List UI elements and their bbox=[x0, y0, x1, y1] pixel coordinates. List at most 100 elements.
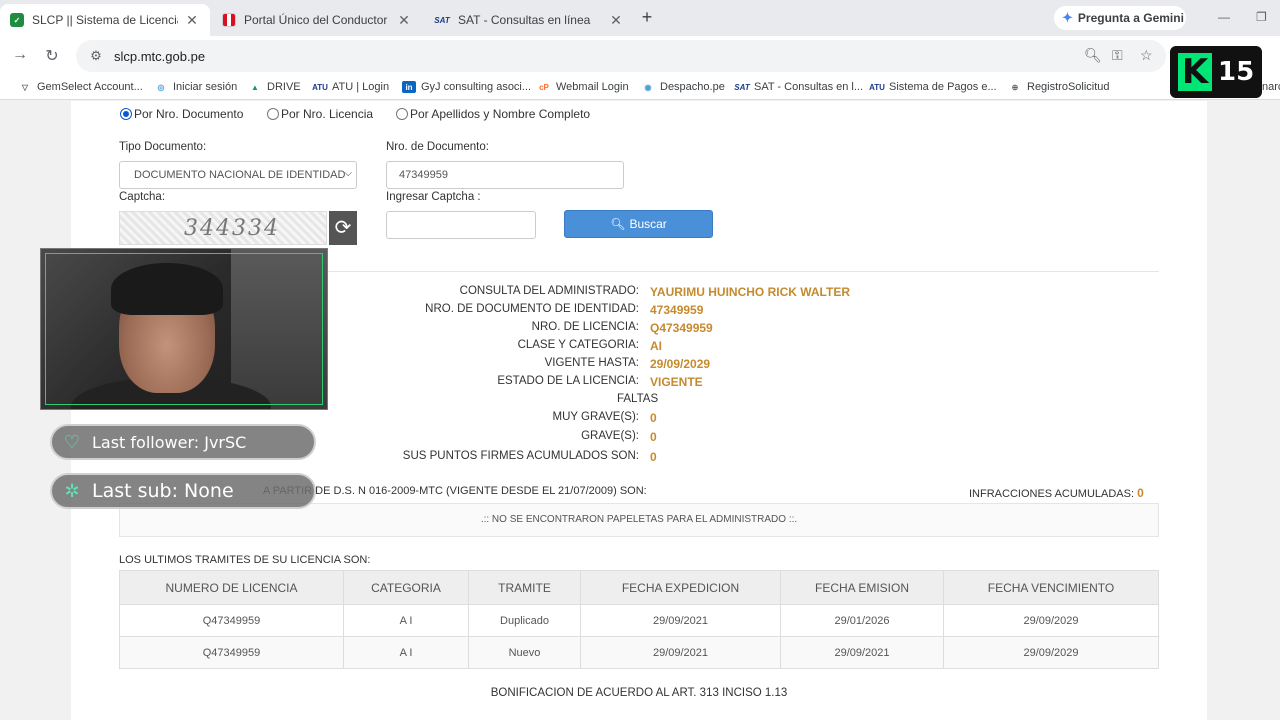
search-icon: 🔍︎ bbox=[610, 217, 626, 231]
radio-button[interactable] bbox=[267, 108, 279, 120]
badge-letter: K bbox=[1178, 53, 1212, 91]
site-info-icon[interactable]: ⚙ bbox=[84, 48, 108, 64]
bookmark-item[interactable]: ◉ Despacho.pe bbox=[641, 81, 725, 93]
infracciones-value: 0 bbox=[1137, 486, 1144, 500]
tab-bar: ✓ SLCP || Sistema de Licencias de ✕ Port… bbox=[0, 0, 1280, 36]
radio-option-documento[interactable]: Por Nro. Documento bbox=[120, 107, 243, 121]
column-header: NUMERO DE LICENCIA bbox=[119, 570, 344, 605]
swirl-icon: ◎ bbox=[157, 82, 165, 92]
url-text: slcp.mtc.gob.pe bbox=[114, 48, 206, 64]
zoom-icon[interactable]: 🔍︎ bbox=[1084, 47, 1102, 64]
papeletas-heading: A PARTIR DE D.S. N 016-2009-MTC (VIGENTE… bbox=[263, 485, 647, 497]
table-cell: 29/09/2021 bbox=[780, 636, 944, 669]
captcha-label: Captcha: bbox=[119, 191, 166, 203]
bookmark-item[interactable]: ◎ Iniciar sesión bbox=[154, 81, 238, 93]
result-label: SUS PUNTOS FIRMES ACUMULADOS SON: bbox=[402, 450, 639, 462]
table-cell: 29/09/2029 bbox=[943, 636, 1159, 669]
nro-documento-input[interactable]: 47349959 bbox=[386, 161, 624, 189]
result-value: 0 bbox=[650, 411, 657, 425]
table-cell: Q47349959 bbox=[119, 636, 344, 669]
result-value: 47349959 bbox=[650, 303, 704, 317]
linkedin-icon: in bbox=[402, 81, 416, 93]
gemini-button[interactable]: ✦ Pregunta a Gemini bbox=[1054, 6, 1186, 30]
radio-option-apellidos[interactable]: Por Apellidos y Nombre Completo bbox=[396, 107, 590, 121]
radio-button[interactable] bbox=[120, 108, 132, 120]
tipo-documento-select[interactable]: DOCUMENTO NACIONAL DE IDENTIDAD ⌵ bbox=[119, 161, 357, 189]
bookmark-star-icon[interactable]: ☆ bbox=[1140, 47, 1153, 64]
table-row: Q47349959 A I Duplicado 29/09/2021 29/01… bbox=[119, 604, 1159, 637]
table-cell: Q47349959 bbox=[119, 604, 344, 637]
table-cell: 29/09/2029 bbox=[943, 604, 1159, 637]
bookmark-item[interactable]: ATU ATU | Login bbox=[312, 81, 389, 93]
badge-number: 15 bbox=[1218, 57, 1255, 87]
bookmark-item[interactable]: ⊕ RegistroSolicitud bbox=[1008, 81, 1110, 93]
maximize-icon[interactable]: ❐ bbox=[1256, 10, 1267, 24]
captcha-image: 344334 bbox=[119, 211, 327, 245]
stream-badge: K 15 bbox=[1170, 46, 1262, 98]
infracciones-label: INFRACCIONES ACUMULADAS: 0 bbox=[969, 486, 1144, 500]
shield-check-icon: ✓ bbox=[10, 13, 24, 27]
result-label: GRAVE(S): bbox=[581, 430, 639, 442]
ingresar-captcha-label: Ingresar Captcha : bbox=[386, 191, 481, 203]
column-header: CATEGORIA bbox=[343, 570, 469, 605]
result-label: CLASE Y CATEGORIA: bbox=[517, 339, 639, 351]
last-follower-widget: ♡ Last follower: JvrSC bbox=[50, 424, 316, 460]
last-follower-text: Last follower: JvrSC bbox=[92, 432, 247, 452]
close-icon[interactable]: ✕ bbox=[608, 12, 624, 29]
tab-slcp[interactable]: ✓ SLCP || Sistema de Licencias de ✕ bbox=[0, 4, 210, 36]
bookmark-item[interactable]: ATU Sistema de Pagos e... bbox=[869, 81, 997, 93]
refresh-icon[interactable]: ⟳ bbox=[329, 211, 357, 245]
page-content: Por Nro. Documento Por Nro. Licencia Por… bbox=[71, 101, 1207, 720]
chevron-down-icon: ⌵ bbox=[344, 168, 352, 179]
close-icon[interactable]: ✕ bbox=[396, 12, 412, 29]
table-cell: A I bbox=[343, 636, 469, 669]
captcha-input[interactable] bbox=[386, 211, 536, 239]
bookmark-item[interactable]: SAT SAT - Consultas en l... bbox=[734, 81, 863, 93]
forward-arrow-icon[interactable]: → bbox=[10, 46, 30, 64]
column-header: FECHA VENCIMIENTO bbox=[943, 570, 1159, 605]
result-label: MUY GRAVE(S): bbox=[552, 411, 639, 423]
bookmark-overflow[interactable]: narc bbox=[1262, 81, 1280, 93]
table-cell: 29/09/2021 bbox=[580, 636, 781, 669]
column-header: FECHA EMISION bbox=[780, 570, 944, 605]
result-value: 0 bbox=[650, 430, 657, 444]
reload-icon[interactable]: ↻ bbox=[42, 46, 62, 66]
globe-icon: ⊕ bbox=[1011, 82, 1019, 92]
minimize-icon[interactable]: — bbox=[1218, 10, 1230, 24]
tramites-heading: LOS ULTIMOS TRAMITES DE SU LICENCIA SON: bbox=[119, 554, 371, 566]
webcam-frame bbox=[45, 253, 323, 405]
result-label: NRO. DE LICENCIA: bbox=[531, 321, 639, 333]
tab-title: Portal Único del Conductor bbox=[244, 13, 388, 27]
gemini-label: Pregunta a Gemini bbox=[1077, 11, 1184, 25]
bookmark-item[interactable]: ▲ DRIVE bbox=[248, 81, 301, 93]
radio-button[interactable] bbox=[396, 108, 408, 120]
buscar-button[interactable]: 🔍︎ Buscar bbox=[564, 210, 713, 238]
status-badge: VIGENTE bbox=[650, 375, 703, 389]
tab-sat[interactable]: SAT SAT - Consultas en línea ✕ bbox=[424, 4, 634, 36]
radio-option-licencia[interactable]: Por Nro. Licencia bbox=[267, 107, 373, 121]
table-cell: Nuevo bbox=[468, 636, 581, 669]
bookmark-item[interactable]: ▽ GemSelect Account... bbox=[18, 81, 143, 93]
bookmark-item[interactable]: cP Webmail Login bbox=[537, 81, 628, 93]
cpanel-icon: cP bbox=[539, 82, 549, 92]
atu-icon: ATU bbox=[312, 82, 328, 92]
tab-portal-conductor[interactable]: Portal Único del Conductor ✕ bbox=[212, 4, 422, 36]
result-label: NRO. DE DOCUMENTO DE IDENTIDAD: bbox=[425, 303, 639, 315]
new-tab-button[interactable]: + bbox=[638, 8, 656, 26]
table-cell: 29/01/2026 bbox=[780, 604, 944, 637]
table-cell: 29/09/2021 bbox=[580, 604, 781, 637]
tab-title: SAT - Consultas en línea bbox=[458, 13, 591, 27]
table-cell: Duplicado bbox=[468, 604, 581, 637]
password-key-icon[interactable]: ⚿ bbox=[1112, 47, 1123, 64]
table-cell: A I bbox=[343, 604, 469, 637]
heart-icon: ♡ bbox=[63, 431, 81, 453]
bookmark-item[interactable]: in GyJ consulting asoci... bbox=[402, 81, 531, 93]
column-header: TRAMITE bbox=[468, 570, 581, 605]
nro-documento-label: Nro. de Documento: bbox=[386, 141, 489, 153]
globe-icon: ◉ bbox=[644, 82, 652, 92]
address-bar[interactable]: ⚙ slcp.mtc.gob.pe bbox=[76, 40, 1166, 72]
sat-icon: SAT bbox=[434, 15, 450, 25]
close-icon[interactable]: ✕ bbox=[184, 12, 200, 29]
last-sub-text: Last sub: None bbox=[92, 480, 234, 502]
webcam-overlay bbox=[40, 248, 328, 410]
